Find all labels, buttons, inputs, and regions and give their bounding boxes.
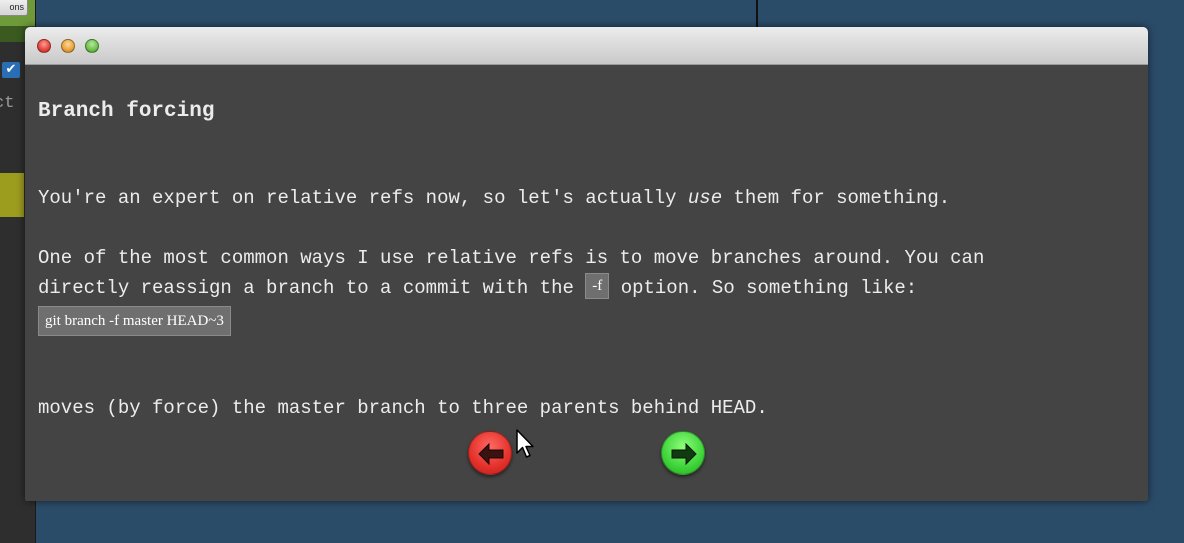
command-example: git branch -f master HEAD~3 — [38, 306, 231, 336]
intro-text-end: them for something. — [722, 187, 951, 209]
minimize-window-icon[interactable] — [61, 39, 75, 53]
explanation-paragraph: One of the most common ways I use relati… — [38, 243, 984, 303]
mouse-cursor-icon — [516, 429, 534, 458]
explanation-line-1: One of the most common ways I use relati… — [38, 247, 985, 269]
close-window-icon[interactable] — [37, 39, 51, 53]
arrow-left-icon — [478, 442, 504, 466]
inline-code-flag: -f — [585, 272, 610, 299]
dialog-heading: Branch forcing — [38, 100, 215, 123]
maximize-window-icon[interactable] — [85, 39, 99, 53]
dialog-titlebar[interactable] — [25, 27, 1148, 65]
explanation-line-2-end: option. So something like: — [609, 277, 918, 299]
intro-paragraph: You're an expert on relative refs now, s… — [38, 183, 950, 213]
arrow-right-icon — [671, 442, 697, 466]
intro-emphasis: use — [687, 187, 723, 209]
explanation-line-2-start: directly reassign a branch to a commit w… — [38, 277, 586, 299]
next-button[interactable] — [661, 431, 705, 475]
options-button[interactable]: ons — [0, 0, 28, 16]
previous-button[interactable] — [468, 431, 512, 475]
explanation-line-2: directly reassign a branch to a commit w… — [38, 272, 984, 303]
background-divider — [756, 0, 758, 28]
background-highlight — [0, 173, 24, 217]
check-icon[interactable]: ✔ — [2, 62, 20, 78]
background-text: ct — [0, 94, 15, 113]
intro-text-start: You're an expert on relative refs now, s… — [38, 187, 688, 209]
dialog-window: Branch forcing You're an expert on relat… — [25, 27, 1148, 501]
result-paragraph: moves (by force) the master branch to th… — [38, 397, 768, 419]
